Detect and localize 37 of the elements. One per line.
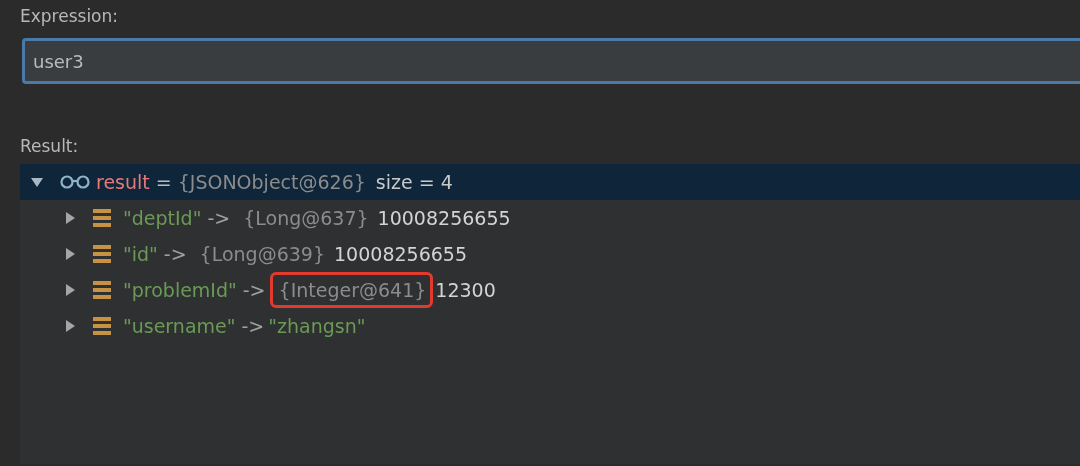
expand-arrow-icon[interactable] [63, 211, 77, 225]
entry-value: 12300 [435, 279, 496, 301]
equals-sign: = [155, 171, 172, 193]
entry-key: "username" [123, 315, 236, 337]
size-label: size = 4 [375, 171, 453, 193]
entry-key: "problemId" [123, 279, 237, 301]
tree-row[interactable]: "problemId" -> {Integer@641} 12300 [20, 272, 1080, 308]
entry-value: "zhangsn" [268, 315, 366, 337]
entry-key: "id" [123, 243, 158, 265]
entry-value: 10008256655 [334, 243, 467, 265]
expression-label: Expression: [20, 6, 119, 26]
expression-field[interactable]: user3 [22, 38, 1080, 84]
expand-arrow-icon[interactable] [63, 247, 77, 261]
expand-arrow-icon[interactable] [63, 283, 77, 297]
tree-row[interactable]: "username" -> "zhangsn" [20, 308, 1080, 344]
expand-arrow-icon[interactable] [63, 319, 77, 333]
type-label: {Long@637} [243, 207, 369, 229]
arrow-label: -> [163, 243, 187, 265]
arrow-label: -> [207, 207, 231, 229]
entry-key: "deptId" [123, 207, 202, 229]
tree-row[interactable]: "id" -> {Long@639} 10008256655 [20, 236, 1080, 272]
arrow-label: -> [242, 279, 266, 301]
type-label: {Integer@641} [278, 279, 427, 301]
arrow-label: -> [241, 315, 265, 337]
map-entry-icon [93, 317, 111, 335]
map-entry-icon [93, 281, 111, 299]
map-entry-icon [93, 245, 111, 263]
variable-name: result [96, 171, 150, 193]
type-label: {JSONObject@626} [177, 171, 366, 193]
tree-row[interactable]: result = {JSONObject@626} size = 4 [20, 164, 1080, 200]
map-entry-icon [93, 209, 111, 227]
type-label: {Long@639} [199, 243, 326, 265]
tree-row[interactable]: "deptId" -> {Long@637} 10008256655 [20, 200, 1080, 236]
expand-arrow-icon[interactable] [30, 175, 44, 189]
result-label: Result: [20, 136, 80, 156]
watch-glasses-icon [60, 175, 90, 189]
entry-value: 10008256655 [377, 207, 511, 229]
